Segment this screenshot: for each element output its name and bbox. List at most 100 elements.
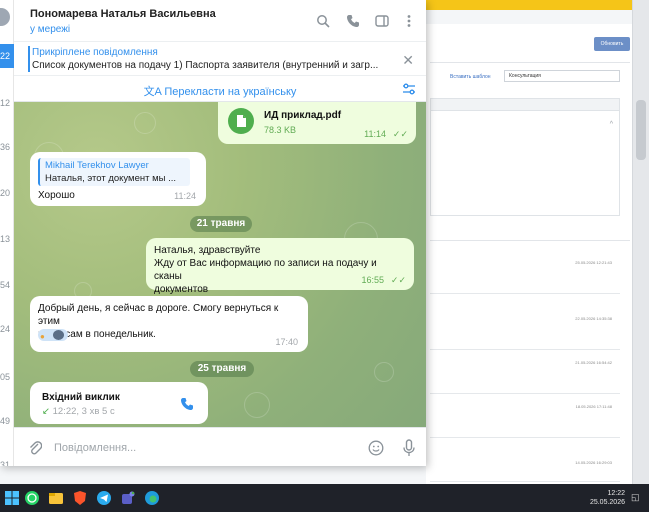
chat-list-time: 05 (0, 372, 11, 382)
microphone-icon[interactable] (402, 439, 416, 457)
message-line: Добрый день, я сейчас в дороге. Смогу ве… (38, 303, 279, 327)
system-clock[interactable]: 12:22 25.05.2026 (590, 489, 625, 507)
row-date: 18.05.2026 17:11:48 (575, 404, 612, 409)
page-scrollbar[interactable] (632, 0, 649, 484)
chat-list-time: 49 (0, 416, 11, 426)
clock-time: 12:22 (607, 490, 625, 497)
double-check-icon: ✓✓ (392, 129, 408, 139)
message-time: 11:14 (364, 129, 386, 139)
translate-icon: 文A (143, 86, 162, 98)
close-icon[interactable]: ✕ (402, 52, 414, 69)
history-row[interactable]: 25.05.2026 12:21:43 (430, 252, 620, 294)
reaction-button[interactable]: ● (38, 329, 68, 341)
history-row[interactable]: 14.05.2026 16:29:03 (430, 452, 620, 482)
translate-bar[interactable]: 文A Перекласти на українську (14, 76, 426, 102)
history-row[interactable]: 21.05.2026 16:54:42 (430, 352, 620, 394)
background-pattern (374, 362, 394, 382)
history-row[interactable]: 18.05.2026 17:11:48 (430, 396, 620, 438)
reply-quote[interactable]: Mikhail Terekhov Lawyer Наталья, этот до… (38, 158, 190, 186)
avatar[interactable] (0, 8, 10, 26)
incoming-reply-message[interactable]: Mikhail Terekhov Lawyer Наталья, этот до… (30, 152, 206, 206)
more-vertical-icon[interactable] (402, 14, 416, 28)
call-detail: 12:22, 3 хв 5 с (52, 406, 115, 417)
teams-icon[interactable] (120, 490, 136, 506)
avatar (53, 330, 64, 340)
category-select[interactable]: Консультация (504, 70, 620, 82)
translate-settings-icon[interactable] (402, 82, 416, 96)
sidebar-toggle-icon[interactable] (375, 14, 389, 28)
chat-list-time: 13 (0, 234, 11, 244)
insert-template-link[interactable]: Вставить шаблон (450, 74, 491, 80)
telegram-icon[interactable] (96, 490, 112, 506)
pinned-indicator (28, 46, 30, 72)
file-explorer-icon[interactable] (48, 490, 64, 506)
pinned-title: Прикріплене повідомлення (32, 47, 158, 58)
editor-box[interactable]: ^ (430, 98, 620, 216)
chat-list-time: 24 (0, 324, 11, 334)
brave-browser-icon[interactable] (72, 490, 88, 506)
handshake-icon: ● (40, 332, 45, 341)
background-pattern (134, 112, 156, 134)
notification-icon[interactable]: ◱ (631, 492, 643, 504)
emoji-icon[interactable] (368, 440, 384, 456)
windows-start-icon[interactable] (4, 490, 20, 506)
incoming-arrow-icon: ↙ (42, 406, 50, 417)
message-line: вопросам в понедельник. (38, 329, 156, 340)
translate-label: Перекласти на українську (164, 86, 297, 98)
message-input[interactable] (54, 439, 344, 457)
chat-list-sidebar: 22 12 36 20 13 54 24 05 49 31 (0, 0, 14, 466)
file-name: ИД приклад.pdf (264, 110, 342, 121)
telegram-window: 22 12 36 20 13 54 24 05 49 31 Пономарева… (0, 0, 426, 466)
chat-list-time: 22 (0, 51, 11, 61)
date-separator: 21 травня (190, 216, 252, 232)
clock-date: 25.05.2026 (589, 499, 625, 506)
chat-list-time: 12 (0, 98, 11, 108)
chat-status: у мережі (30, 24, 71, 35)
refresh-button[interactable]: Обновить (594, 37, 630, 51)
chat-list-time: 36 (0, 142, 11, 152)
history-row[interactable]: 22.05.2026 14:35:38 (430, 308, 620, 350)
editor-toolbar (431, 99, 619, 111)
background-pattern (244, 392, 270, 418)
chat-list-time: 54 (0, 280, 11, 290)
pinned-message-bar[interactable]: Прикріплене повідомлення Список документ… (14, 42, 426, 76)
attach-icon[interactable] (28, 440, 42, 456)
row-date: 14.05.2026 16:29:03 (575, 460, 612, 465)
divider (430, 62, 630, 63)
incoming-message[interactable]: Добрый день, я сейчас в дороге. Смогу ве… (30, 296, 308, 352)
date-separator: 25 травня (190, 361, 254, 377)
chat-list-time: 31 (0, 460, 11, 466)
message-time: 11:24 (174, 191, 196, 201)
row-date: 25.05.2026 12:21:43 (575, 260, 612, 265)
taskbar: 12:22 25.05.2026 ◱ (0, 484, 649, 512)
row-date: 22.05.2026 14:35:38 (575, 316, 612, 321)
file-size: 78.3 KB (264, 125, 297, 135)
incoming-call-message[interactable]: Вхідний виклик ↙ 12:22, 3 хв 5 с (30, 382, 208, 424)
file-icon[interactable] (228, 108, 254, 134)
search-icon[interactable] (316, 14, 330, 28)
quote-text: Наталья, этот документ мы ... (45, 173, 177, 184)
chat-header[interactable]: Пономарева Наталья Васильевна у мережі (14, 0, 426, 42)
chevron-up-icon[interactable]: ^ (610, 121, 613, 128)
webpage-top-banner (426, 0, 636, 10)
message-line: Наталья, здравствуйте (154, 245, 261, 256)
outgoing-message[interactable]: Наталья, здравствуйте Жду от Вас информа… (146, 238, 414, 295)
message-composer (14, 427, 426, 466)
outgoing-file-message[interactable]: ИД приклад.pdf 78.3 KB 11:14 ✓✓ (218, 102, 416, 144)
divider (430, 240, 630, 241)
message-time: 16:55 (361, 275, 384, 285)
row-date: 21.05.2026 16:54:42 (575, 360, 612, 365)
message-time: 17:40 (275, 337, 298, 347)
phone-icon[interactable] (180, 397, 194, 411)
double-check-icon: ✓✓ (390, 275, 406, 285)
chat-list-time: 20 (0, 188, 11, 198)
translate-button[interactable]: 文A Перекласти на українську (14, 83, 426, 99)
scrollbar-thumb[interactable] (636, 100, 646, 160)
phone-icon[interactable] (346, 14, 360, 28)
message-list[interactable]: ИД приклад.pdf 78.3 KB 11:14 ✓✓ Mikhail … (14, 102, 426, 427)
edge-browser-icon[interactable] (144, 490, 160, 506)
chat-title[interactable]: Пономарева Наталья Васильевна (30, 8, 216, 20)
whatsapp-icon[interactable] (24, 490, 40, 506)
pinned-text: Список документов на подачу 1) Паспорта … (32, 60, 379, 71)
quote-author: Mikhail Terekhov Lawyer (45, 160, 149, 171)
